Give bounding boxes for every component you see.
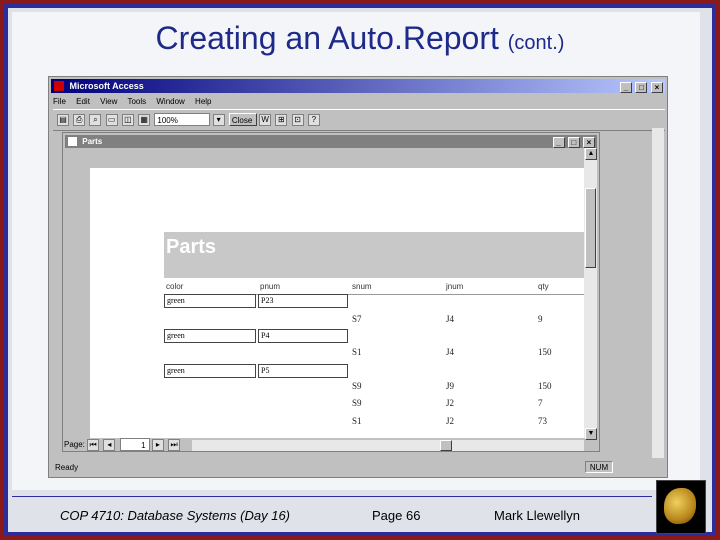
detail-jnum: J9	[446, 381, 455, 391]
report-horizontal-scrollbar[interactable]	[192, 440, 584, 451]
access-key-icon	[54, 81, 64, 91]
footer-divider	[12, 496, 652, 497]
report-minimize-button[interactable]: _	[552, 137, 565, 148]
zoom-icon[interactable]: ⌕	[89, 113, 102, 126]
detail-jnum: J2	[446, 398, 455, 408]
report-close-button[interactable]: ×	[583, 137, 595, 148]
group-pnum-cell: P23	[258, 294, 348, 308]
report-icon	[68, 137, 77, 146]
help-icon[interactable]: ?	[307, 113, 320, 126]
previous-page-icon[interactable]: ◂	[103, 438, 116, 451]
menu-help[interactable]: Help	[195, 97, 211, 106]
menu-edit[interactable]: Edit	[76, 97, 90, 106]
column-header-jnum: jnum	[446, 282, 464, 291]
slide-title: Creating an Auto.Report (cont.)	[0, 20, 720, 57]
page-number-input[interactable]: 1	[119, 438, 150, 452]
report-maximize-button[interactable]: □	[567, 137, 580, 148]
group-color-cell: green	[164, 329, 256, 343]
detail-qty: 9	[538, 314, 543, 324]
database-window-icon[interactable]: ⊞	[275, 113, 288, 126]
column-header-color: color	[166, 282, 184, 291]
office-links-icon[interactable]: W	[259, 113, 272, 126]
slide-title-main: Creating an Auto.Report	[155, 20, 499, 56]
multiple-pages-icon[interactable]: ▦	[138, 113, 151, 126]
detail-qty: 150	[538, 347, 552, 357]
toolbar: ▤ ⎙ ⌕ ▭ ◫ ▦ 100% ▾ Close W ⊞ ⊡ ?	[53, 109, 665, 131]
group-color-cell: green	[164, 364, 256, 378]
view-icon[interactable]: ▤	[57, 113, 69, 126]
detail-jnum: J4	[446, 347, 455, 357]
report-header-band	[164, 232, 584, 278]
detail-qty: 7	[538, 398, 543, 408]
column-header-qty: qty	[538, 282, 549, 291]
page-label: Page:	[64, 440, 85, 449]
detail-qty: 150	[538, 381, 552, 391]
detail-snum: S7	[352, 314, 362, 324]
maximize-button[interactable]: □	[635, 82, 648, 93]
menu-bar: File Edit View Tools Window Help	[53, 95, 220, 109]
report-titlebar: Parts _ □ ×	[65, 135, 597, 148]
scroll-up-icon[interactable]: ▲	[585, 148, 597, 160]
first-page-icon[interactable]: ⏮	[87, 438, 100, 451]
print-icon[interactable]: ⎙	[73, 113, 86, 126]
last-page-icon[interactable]: ⏭	[168, 438, 181, 451]
footer-course: COP 4710: Database Systems (Day 16)	[60, 508, 291, 523]
chevron-down-icon[interactable]: ▾	[212, 113, 225, 126]
group-pnum-cell: P5	[258, 364, 348, 378]
report-heading: Parts	[166, 236, 217, 258]
scroll-down-icon[interactable]: ▼	[585, 428, 597, 440]
detail-jnum: J2	[446, 416, 455, 426]
group-pnum-cell: P4	[258, 329, 348, 343]
detail-qty: 73	[538, 416, 547, 426]
slide-footer: COP 4710: Database Systems (Day 16) Page…	[0, 496, 720, 536]
horizontal-scroll-thumb[interactable]	[440, 440, 452, 451]
menu-view[interactable]: View	[100, 97, 117, 106]
close-button[interactable]: ×	[651, 82, 663, 93]
close-preview-button[interactable]: Close	[228, 113, 257, 127]
status-text: Ready	[55, 463, 79, 472]
detail-snum: S9	[352, 398, 362, 408]
detail-snum: S9	[352, 381, 362, 391]
slide: Creating an Auto.Report (cont.) Microsof…	[0, 0, 720, 540]
menu-file[interactable]: File	[53, 97, 66, 106]
column-header-pnum: pnum	[260, 282, 281, 291]
one-page-icon[interactable]: ▭	[105, 113, 118, 126]
report-window-title: Parts	[82, 137, 103, 146]
page-navigator: Page: ⏮ ◂ 1 ▸ ⏭	[64, 438, 182, 452]
report-scroll-thumb[interactable]	[585, 188, 596, 268]
detail-snum: S1	[352, 416, 362, 426]
next-page-icon[interactable]: ▸	[151, 438, 164, 451]
minimize-button[interactable]: _	[619, 82, 632, 93]
menu-window[interactable]: Window	[156, 97, 184, 106]
app-vertical-scrollbar[interactable]	[652, 128, 664, 458]
footer-page: Page 66	[372, 508, 421, 523]
footer-author: Mark Llewellyn	[494, 508, 580, 523]
column-header-snum: snum	[352, 282, 372, 291]
status-bar: Ready NUM	[55, 461, 667, 474]
new-object-icon[interactable]: ⊡	[291, 113, 304, 126]
group-color-cell: green	[164, 294, 256, 308]
access-title: Microsoft Access	[69, 81, 144, 91]
num-lock-indicator: NUM	[585, 461, 613, 473]
access-titlebar: Microsoft Access _ □ ×	[51, 79, 665, 93]
zoom-select[interactable]: 100%	[154, 113, 211, 127]
detail-snum: S1	[352, 347, 362, 357]
detail-jnum: J4	[446, 314, 455, 324]
two-pages-icon[interactable]: ◫	[121, 113, 134, 126]
menu-tools[interactable]: Tools	[127, 97, 146, 106]
slide-title-suffix: (cont.)	[507, 32, 565, 54]
pegasus-logo-icon	[664, 488, 696, 524]
